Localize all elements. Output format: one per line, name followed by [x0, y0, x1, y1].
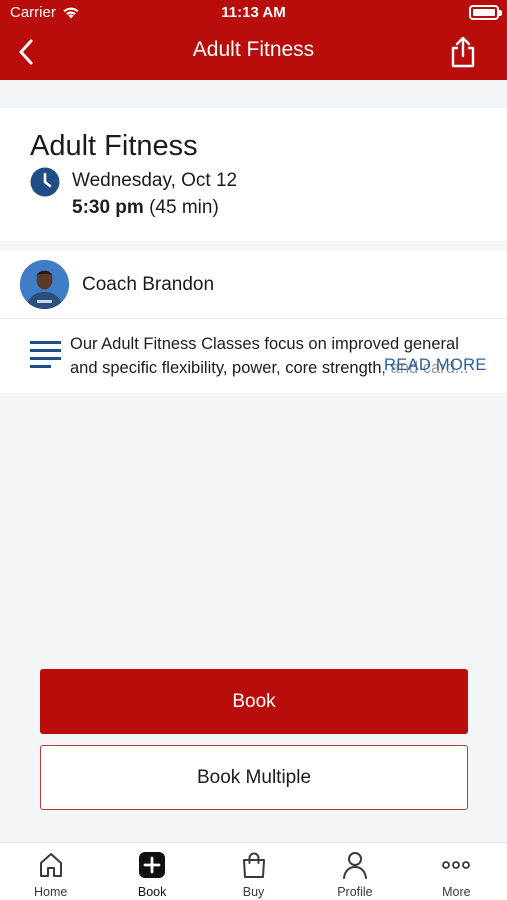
class-duration: (45 min)	[149, 197, 219, 218]
status-bar: Carrier 11:13 AM	[0, 0, 507, 26]
clock-icon	[30, 167, 60, 197]
tab-buy[interactable]: Buy	[203, 843, 304, 900]
tab-label: Home	[34, 885, 68, 899]
book-button[interactable]: Book	[40, 669, 468, 734]
tab-label: Buy	[242, 885, 265, 899]
person-icon	[342, 852, 367, 879]
chevron-left-icon	[19, 39, 33, 65]
tab-label: More	[442, 885, 471, 899]
coach-avatar[interactable]	[20, 260, 69, 309]
book-multiple-button[interactable]: Book Multiple	[40, 745, 468, 810]
tab-label: Book	[137, 885, 167, 899]
battery-icon	[469, 5, 502, 20]
avatar-image	[20, 260, 69, 309]
class-time: 5:30 pm (45 min)	[72, 197, 219, 219]
coach-section: Coach Brandon Our Adult Fitness Classes …	[0, 250, 507, 393]
nav-header: Carrier 11:13 AM Adult Fitness	[0, 0, 507, 80]
share-icon	[451, 36, 475, 68]
home-icon	[39, 853, 62, 877]
share-button[interactable]	[447, 34, 479, 70]
read-more-link[interactable]: READ MORE	[384, 356, 487, 375]
class-start-time: 5:30 pm	[72, 197, 144, 218]
class-info-card: Adult Fitness Wednesday, Oct 12 5:30 pm …	[0, 108, 507, 241]
tab-bar: Home Book Buy Profile More	[0, 842, 507, 900]
description-lines-icon	[30, 341, 61, 368]
class-title: Adult Fitness	[30, 130, 198, 162]
class-date: Wednesday, Oct 12	[72, 170, 238, 191]
status-time: 11:13 AM	[221, 4, 286, 21]
tab-more[interactable]: More	[406, 843, 507, 900]
back-button[interactable]	[10, 34, 42, 70]
tab-book[interactable]: Book	[101, 843, 202, 900]
coach-name[interactable]: Coach Brandon	[82, 274, 214, 296]
more-dots-icon	[442, 861, 471, 869]
tab-home[interactable]: Home	[0, 843, 101, 900]
tab-label: Profile	[337, 885, 373, 899]
book-plus-icon	[139, 852, 166, 878]
page-title: Adult Fitness	[192, 38, 315, 61]
shopping-bag-icon	[242, 852, 265, 878]
tab-profile[interactable]: Profile	[304, 843, 405, 900]
divider	[0, 318, 507, 319]
